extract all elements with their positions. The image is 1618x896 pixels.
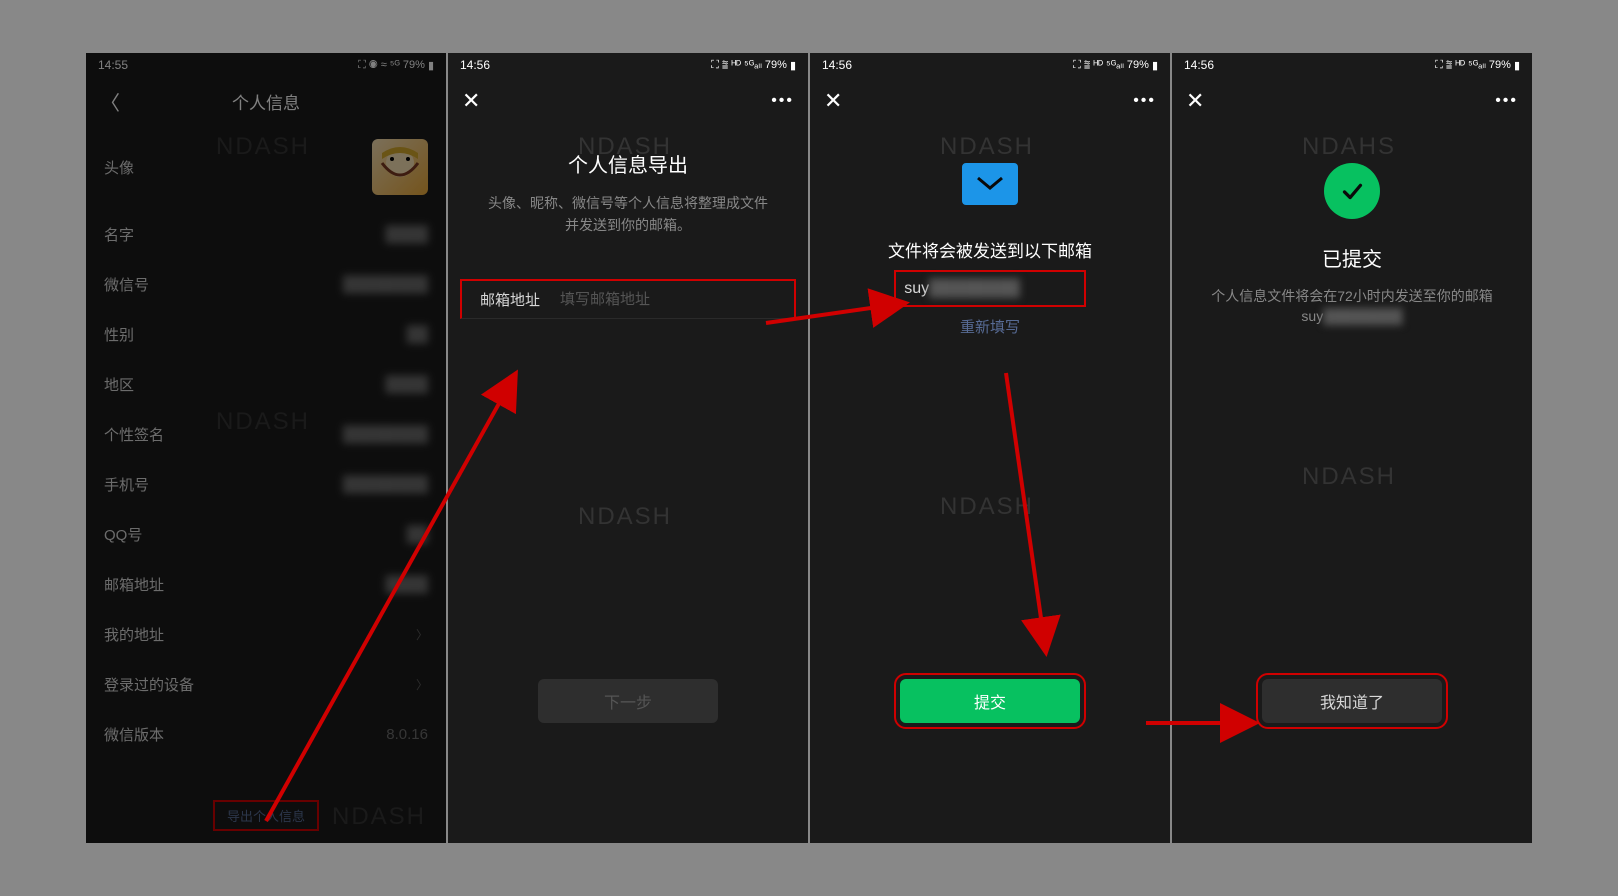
row-my-address[interactable]: 我的地址〉 (86, 609, 446, 659)
status-time: 14:55 (98, 58, 128, 72)
status-bar: 14:56 ⛶ ⩰ ᴴᴰ ⁵ᴳₐₗₗ 79%▮ (810, 53, 1170, 77)
row-signature[interactable]: 个性签名████████ (86, 409, 446, 459)
more-icon[interactable]: ••• (771, 92, 794, 110)
page-title: 个人信息 (232, 89, 300, 114)
status-bar: 14:56 ⛶ ⩰ ᴴᴰ ⁵ᴳₐₗₗ 79%▮ (448, 53, 808, 77)
row-version[interactable]: 微信版本8.0.16 (86, 709, 446, 759)
email-label: 邮箱地址 (480, 289, 560, 310)
watermark: NDASH (1302, 463, 1396, 491)
screen-export-email-input: 14:56 ⛶ ⩰ ᴴᴰ ⁵ᴳₐₗₗ 79%▮ ✕ ••• NDASH NDAS… (448, 53, 808, 843)
watermark: NDASH (940, 133, 1034, 161)
screen-confirm-email: 14:56 ⛶ ⩰ ᴴᴰ ⁵ᴳₐₗₗ 79%▮ ✕ ••• NDASH NDAS… (810, 53, 1170, 843)
screen-submitted: 14:56 ⛶ ⩰ ᴴᴰ ⁵ᴳₐₗₗ 79%▮ ✕ ••• NDAHS NDAS… (1172, 53, 1532, 843)
nav-bar: 〈 个人信息 (86, 77, 446, 125)
status-icons: ⛶ ⩰ ᴴᴰ ⁵ᴳₐₗₗ 79%▮ (1073, 58, 1158, 72)
export-desc: 头像、昵称、微信号等个人信息将整理成文件并发送到你的邮箱。 (448, 192, 808, 237)
watermark: NDASH (332, 803, 426, 831)
close-icon[interactable]: ✕ (1186, 88, 1204, 114)
email-input-row: 邮箱地址 (460, 279, 796, 319)
status-bar: 14:55 ⛶ ◉ ≈ ⁵ᴳ 79%▮ (86, 53, 446, 77)
status-time: 14:56 (822, 58, 852, 72)
nav-bar: ✕ ••• (810, 77, 1170, 125)
row-region[interactable]: 地区████ (86, 359, 446, 409)
status-bar: 14:56 ⛶ ⩰ ᴴᴰ ⁵ᴳₐₗₗ 79%▮ (1172, 53, 1532, 77)
watermark: NDAHS (1302, 133, 1396, 161)
status-time: 14:56 (1184, 58, 1214, 72)
row-email[interactable]: 邮箱地址████ (86, 559, 446, 609)
back-icon[interactable]: 〈 (100, 87, 120, 116)
i-know-button[interactable]: 我知道了 (1262, 679, 1442, 723)
watermark: NDASH (578, 503, 672, 531)
chevron-icon: 〉 (416, 676, 428, 693)
nav-bar: ✕ ••• (448, 77, 808, 125)
status-time: 14:56 (460, 58, 490, 72)
status-icons: ⛶ ◉ ≈ ⁵ᴳ 79%▮ (358, 59, 434, 72)
submitted-email: suy████████ (1172, 308, 1532, 324)
nav-bar: ✕ ••• (1172, 77, 1532, 125)
confirm-text: 文件将会被发送到以下邮箱 (810, 237, 1170, 262)
row-avatar[interactable]: 头像 (86, 125, 446, 209)
mail-icon (962, 163, 1018, 205)
confirm-email: suy████████ (810, 280, 1170, 298)
chevron-icon: 〉 (416, 626, 428, 643)
row-label: 头像 (104, 157, 134, 178)
row-wechat-id[interactable]: 微信号████████ (86, 259, 446, 309)
export-personal-info-link[interactable]: 导出个人信息 (213, 800, 319, 831)
close-icon[interactable]: ✕ (824, 88, 842, 114)
submitted-desc: 个人信息文件将会在72小时内发送至你的邮箱 (1172, 286, 1532, 306)
more-icon[interactable]: ••• (1133, 92, 1156, 110)
more-icon[interactable]: ••• (1495, 92, 1518, 110)
row-gender[interactable]: 性别██ (86, 309, 446, 359)
submit-button[interactable]: 提交 (900, 679, 1080, 723)
submitted-title: 已提交 (1172, 243, 1532, 272)
success-icon (1324, 163, 1380, 219)
screen-personal-info: 14:55 ⛶ ◉ ≈ ⁵ᴳ 79%▮ 〈 个人信息 NDASH NDASH N… (86, 53, 446, 843)
row-phone[interactable]: 手机号████████ (86, 459, 446, 509)
row-qq[interactable]: QQ号██ (86, 509, 446, 559)
avatar-image (372, 139, 428, 195)
status-icons: ⛶ ⩰ ᴴᴰ ⁵ᴳₐₗₗ 79%▮ (1435, 58, 1520, 72)
watermark: NDASH (940, 493, 1034, 521)
reenter-link[interactable]: 重新填写 (810, 316, 1170, 337)
row-devices[interactable]: 登录过的设备〉 (86, 659, 446, 709)
email-input[interactable] (560, 291, 776, 308)
next-button[interactable]: 下一步 (538, 679, 718, 723)
watermark: NDASH (578, 133, 672, 161)
close-icon[interactable]: ✕ (462, 88, 480, 114)
row-name[interactable]: 名字████ (86, 209, 446, 259)
status-icons: ⛶ ⩰ ᴴᴰ ⁵ᴳₐₗₗ 79%▮ (711, 58, 796, 72)
